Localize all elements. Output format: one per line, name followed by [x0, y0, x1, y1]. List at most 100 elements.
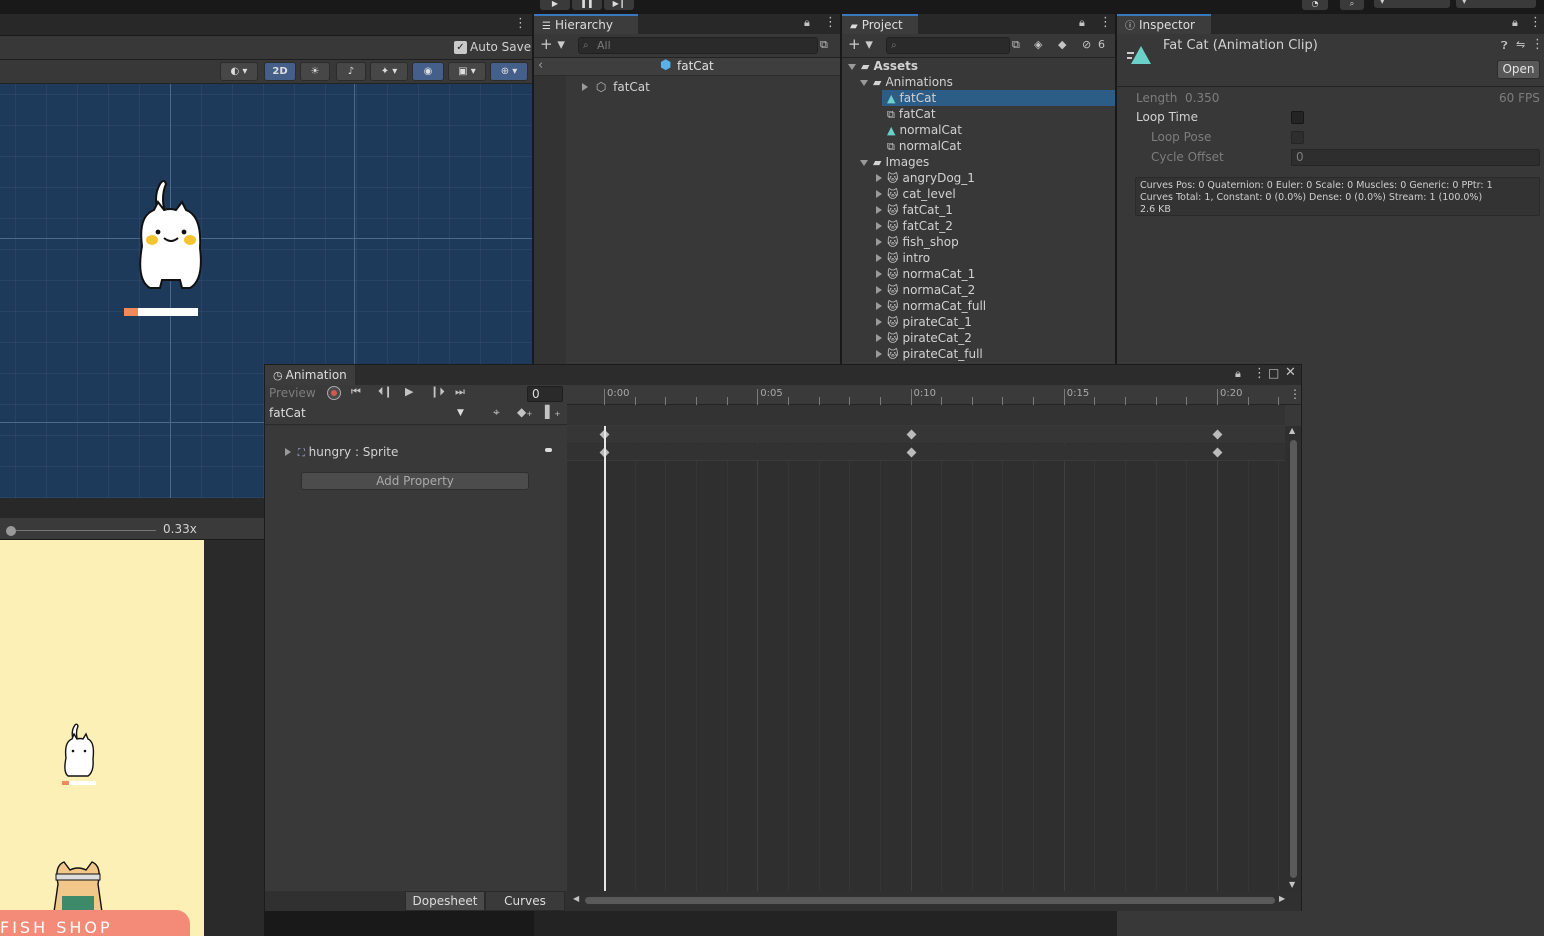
first-keyframe-icon[interactable]: ⏮: [351, 385, 361, 399]
lock-icon[interactable]: 🔒︎: [804, 16, 810, 30]
lock-icon[interactable]: 🔒︎: [1079, 16, 1085, 30]
scroll-down-icon[interactable]: ▼: [1289, 880, 1295, 889]
scroll-right-icon[interactable]: ▶: [1279, 894, 1285, 903]
tree-folder-images[interactable]: ▰ Images: [860, 154, 1115, 170]
expand-arrow-icon[interactable]: [876, 270, 882, 278]
open-button[interactable]: Open: [1497, 60, 1540, 79]
scale-slider-handle[interactable]: [6, 526, 16, 536]
expand-arrow-icon[interactable]: [876, 334, 882, 342]
expand-arrow-icon[interactable]: [876, 174, 882, 182]
camera-dropdown[interactable]: ▣ ▾: [448, 62, 486, 81]
hscroll-thumb[interactable]: [585, 897, 1275, 904]
curves-tab[interactable]: Curves: [485, 891, 565, 911]
expand-arrow-icon[interactable]: [876, 190, 882, 198]
tree-item-image[interactable]: 🐱︎ fatCat_1: [876, 202, 1115, 218]
expand-arrow-icon[interactable]: [876, 302, 882, 310]
loop-pose-checkbox[interactable]: [1291, 131, 1304, 144]
expand-arrow-icon[interactable]: [860, 80, 868, 86]
search-options-icon[interactable]: ⧉: [820, 38, 828, 52]
tree-item-image[interactable]: 🐱︎ pirateCat_full: [876, 346, 1115, 362]
tree-item-controller[interactable]: ⧉ fatCat: [882, 106, 1115, 122]
tree-item-clip[interactable]: ▲ fatCat: [882, 90, 1115, 106]
more-options-icon[interactable]: ⋮: [514, 16, 527, 31]
step-button[interactable]: ▶❙: [604, 0, 634, 10]
help-icon[interactable]: ❓︎: [1501, 39, 1508, 53]
tab-project[interactable]: ▰ Project: [842, 14, 918, 34]
close-icon[interactable]: ✕: [1285, 365, 1296, 380]
create-add-button[interactable]: + ▾: [848, 35, 873, 53]
search-by-type-icon[interactable]: ⧉: [1012, 38, 1020, 52]
tree-item-image[interactable]: 🐱︎ pirateCat_1: [876, 314, 1115, 330]
add-property-button[interactable]: Add Property: [301, 472, 529, 490]
tree-item-image[interactable]: 🐱︎ fish_shop: [876, 234, 1115, 250]
tree-item-clip[interactable]: ▲ normalCat: [882, 122, 1115, 138]
play-icon[interactable]: ▶: [405, 385, 413, 398]
scroll-thumb[interactable]: [1290, 440, 1297, 878]
tab-hierarchy[interactable]: ☰ Hierarchy: [534, 14, 638, 34]
presets-icon[interactable]: ⇋: [1516, 38, 1525, 51]
back-chevron-icon[interactable]: ‹: [538, 58, 543, 73]
tree-item-image[interactable]: 🐱︎ normaCat_full: [876, 298, 1115, 314]
loop-time-checkbox[interactable]: [1291, 111, 1304, 124]
hierarchy-item-fatcat[interactable]: ⬡ fatCat: [582, 79, 650, 95]
pause-button[interactable]: ❚❚: [572, 0, 602, 10]
add-keyframe-icon[interactable]: ◆₊: [517, 405, 533, 419]
cycle-offset-field[interactable]: 0: [1291, 149, 1540, 166]
game-view[interactable]: FISH SHOP: [0, 540, 204, 936]
expand-arrow-icon[interactable]: [876, 238, 882, 246]
dopesheet-area[interactable]: [567, 426, 1285, 891]
component-menu-icon[interactable]: ⋮: [1531, 37, 1544, 52]
tree-item-image[interactable]: 🐱︎ intro: [876, 250, 1115, 266]
history-icon[interactable]: ◔: [1302, 0, 1328, 10]
layout-dropdown[interactable]: ▾: [1456, 0, 1536, 8]
tree-item-image[interactable]: 🐱︎ angryDog_1: [876, 170, 1115, 186]
expand-arrow-icon[interactable]: [860, 160, 868, 166]
expand-arrow-icon[interactable]: [876, 286, 882, 294]
fat-cat-sprite[interactable]: [130, 176, 210, 300]
next-keyframe-icon[interactable]: ❙⏵: [430, 385, 445, 399]
audio-icon[interactable]: ♪: [336, 62, 366, 81]
tree-item-controller[interactable]: ⧉ normalCat: [882, 138, 1115, 154]
vertical-scrollbar[interactable]: ▲ ▼: [1285, 426, 1301, 891]
tree-item-image[interactable]: 🐱︎ normaCat_2: [876, 282, 1115, 298]
lighting-icon[interactable]: ☀: [300, 62, 330, 81]
tree-item-image[interactable]: 🐱︎ pirateCat_2: [876, 330, 1115, 346]
lock-icon[interactable]: 🔒︎: [1235, 367, 1241, 381]
expand-arrow-icon[interactable]: [876, 350, 882, 358]
tree-item-image[interactable]: 🐱︎ fatCat_2: [876, 218, 1115, 234]
expand-arrow-icon[interactable]: [285, 448, 291, 456]
add-event-icon[interactable]: ▌₊: [545, 405, 561, 419]
maximize-icon[interactable]: □: [1268, 366, 1279, 380]
lock-icon[interactable]: 🔒︎: [1512, 16, 1518, 30]
tree-item-image[interactable]: 🐱︎ normaCat_1: [876, 266, 1115, 282]
horizontal-scrollbar[interactable]: ◀ ▶: [567, 891, 1301, 911]
scroll-up-icon[interactable]: ▲: [1289, 426, 1295, 435]
more-options-icon[interactable]: ⋮: [1099, 15, 1112, 30]
dopesheet-tab[interactable]: Dopesheet: [405, 891, 485, 911]
tab-animation[interactable]: ◷ Animation: [265, 365, 355, 385]
snap-keyframe-icon[interactable]: ⌖: [493, 405, 500, 420]
tab-inspector[interactable]: ⓘ Inspector: [1117, 14, 1211, 34]
hierarchy-search-input[interactable]: ⌕ All: [578, 37, 818, 54]
more-options-icon[interactable]: ⋮: [1253, 366, 1266, 381]
clip-dropdown[interactable]: fatCat ▼: [267, 405, 469, 422]
expand-arrow-icon[interactable]: [876, 222, 882, 230]
search-icon[interactable]: ⌕: [1340, 0, 1364, 10]
expand-arrow-icon[interactable]: [876, 254, 882, 262]
expand-arrow-icon[interactable]: [876, 318, 882, 326]
last-keyframe-icon[interactable]: ⏭: [455, 385, 465, 399]
effects-dropdown[interactable]: ✦ ▾: [370, 62, 408, 81]
more-options-icon[interactable]: ⋮: [1529, 15, 1542, 30]
auto-save-checkbox[interactable]: ✓: [454, 41, 467, 54]
frame-field[interactable]: 0: [527, 386, 563, 402]
play-button[interactable]: ▶: [540, 0, 570, 10]
shading-mode-dropdown[interactable]: ◐ ▾: [220, 62, 258, 81]
playhead[interactable]: [604, 426, 606, 891]
tree-folder-animations[interactable]: ▰ Animations: [860, 74, 1115, 90]
timeline-options-icon[interactable]: ⋮: [1289, 387, 1301, 401]
property-options-icon[interactable]: [545, 448, 552, 452]
record-button[interactable]: [327, 386, 341, 400]
project-search-input[interactable]: ⌕: [886, 37, 1010, 54]
filter-by-type-icon[interactable]: ◈: [1034, 38, 1042, 51]
layers-dropdown[interactable]: ▾: [1374, 0, 1450, 8]
